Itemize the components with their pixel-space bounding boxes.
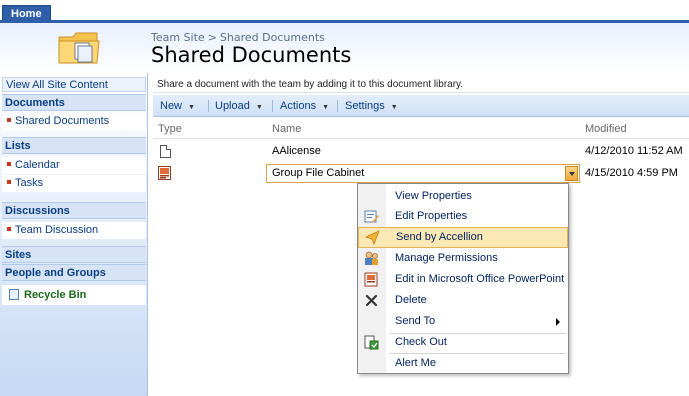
toolbar-divider [208, 100, 209, 112]
menu-item-edit-in-powerpoint[interactable]: Edit in Microsoft Office PowerPoint [358, 269, 568, 290]
upload-label: Upload [215, 100, 250, 112]
nav-item-label: Team Discussion [15, 224, 99, 236]
actions-menu-button[interactable]: Actions ▼ [280, 95, 329, 117]
bullet-icon [7, 180, 11, 185]
menu-item-label: Edit Properties [395, 210, 468, 222]
menu-item-alert-me[interactable]: Alert Me [358, 353, 568, 374]
library-description: Share a document with the team by adding… [153, 76, 689, 93]
check-out-icon [364, 335, 379, 350]
menu-item-send-by-accellion[interactable]: Send by Accellion [358, 227, 568, 248]
nav-heading-documents[interactable]: Documents [2, 94, 146, 111]
column-header-modified[interactable]: Modified [585, 120, 627, 138]
document-icon[interactable] [160, 145, 171, 158]
nav-item-label: Shared Documents [15, 115, 110, 127]
toolbar-divider [337, 100, 338, 112]
bullet-icon [7, 162, 11, 167]
title-area: Team Site > Shared Documents Shared Docume… [0, 23, 689, 73]
nav-item-label: Calendar [15, 159, 60, 171]
nav-item-label: Tasks [15, 177, 44, 189]
view-all-site-content-link[interactable]: View All Site Content [2, 77, 146, 92]
powerpoint-icon [364, 272, 378, 287]
nav-heading-lists[interactable]: Lists [2, 137, 146, 154]
row-modified: 4/15/2010 4:59 PM [585, 167, 678, 179]
settings-label: Settings [345, 100, 385, 112]
recycle-bin-label: Recycle Bin [24, 289, 87, 301]
menu-item-manage-permissions[interactable]: Manage Permissions [358, 248, 568, 269]
nav-item-tasks[interactable]: Tasks [2, 175, 146, 192]
quick-launch: View All Site Content Documents Shared D… [0, 73, 148, 396]
menu-item-send-to[interactable]: Send To [358, 311, 568, 332]
actions-label: Actions [280, 100, 317, 112]
column-header-type[interactable]: Type [158, 120, 182, 138]
list-toolbar: New ▼ Upload ▼ Actions ▼ Settings ▼ [153, 95, 689, 117]
menu-item-check-out[interactable]: Check Out [358, 332, 568, 353]
menu-item-view-properties[interactable]: View Properties [358, 186, 568, 207]
menu-item-label: Check Out [395, 336, 447, 348]
submenu-arrow-icon [556, 318, 560, 326]
permissions-icon [365, 251, 378, 265]
recycle-bin-link[interactable]: Recycle Bin [2, 285, 146, 305]
menu-item-delete[interactable]: Delete [358, 290, 568, 311]
nav-heading-people-and-groups[interactable]: People and Groups [2, 264, 146, 281]
top-navigation-bar: Home [0, 0, 689, 21]
menu-item-label: Alert Me [395, 357, 436, 369]
menu-item-label: Send by Accellion [396, 231, 483, 243]
column-header-name[interactable]: Name [272, 120, 301, 138]
toolbar-divider [272, 100, 273, 112]
folder-icon [58, 32, 100, 64]
upload-menu-button[interactable]: Upload ▼ [215, 95, 263, 117]
home-tab[interactable]: Home [2, 5, 51, 21]
nav-item-shared-documents[interactable]: Shared Documents [2, 113, 146, 130]
settings-menu-button[interactable]: Settings ▼ [345, 95, 398, 117]
header-divider [153, 138, 689, 139]
recycle-bin-icon [9, 288, 19, 300]
menu-item-edit-properties[interactable]: Edit Properties [358, 206, 568, 227]
bullet-icon [7, 118, 11, 123]
row-name-link[interactable]: Group File Cabinet [272, 164, 364, 183]
item-menu-dropdown-button[interactable] [565, 166, 578, 181]
powerpoint-icon[interactable] [158, 166, 171, 180]
page-title: Shared Documents [151, 43, 352, 67]
menu-item-label: View Properties [395, 190, 472, 202]
nav-item-calendar[interactable]: Calendar [2, 157, 146, 174]
nav-heading-discussions[interactable]: Discussions [2, 202, 146, 219]
new-menu-button[interactable]: New ▼ [160, 95, 195, 117]
menu-item-label: Delete [395, 294, 427, 306]
chevron-down-icon: ▼ [390, 104, 398, 111]
accellion-icon [365, 230, 380, 245]
new-label: New [160, 100, 183, 112]
delete-icon [365, 294, 378, 307]
menu-item-label: Edit in Microsoft Office PowerPoint [395, 273, 565, 285]
chevron-down-icon: ▼ [188, 104, 195, 111]
row-name-link[interactable]: AAlicense [272, 142, 321, 160]
menu-item-label: Manage Permissions [395, 252, 498, 264]
edit-properties-icon [364, 210, 379, 223]
item-context-menu: View Properties Edit Properties Send by … [357, 183, 569, 374]
chevron-down-icon: ▼ [255, 104, 263, 111]
menu-item-label: Send To [395, 315, 436, 327]
bullet-icon [7, 227, 11, 232]
nav-heading-sites[interactable]: Sites [2, 246, 146, 263]
chevron-down-icon: ▼ [322, 104, 330, 111]
nav-item-team-discussion[interactable]: Team Discussion [2, 222, 146, 239]
row-modified: 4/12/2010 11:52 AM [585, 145, 683, 157]
